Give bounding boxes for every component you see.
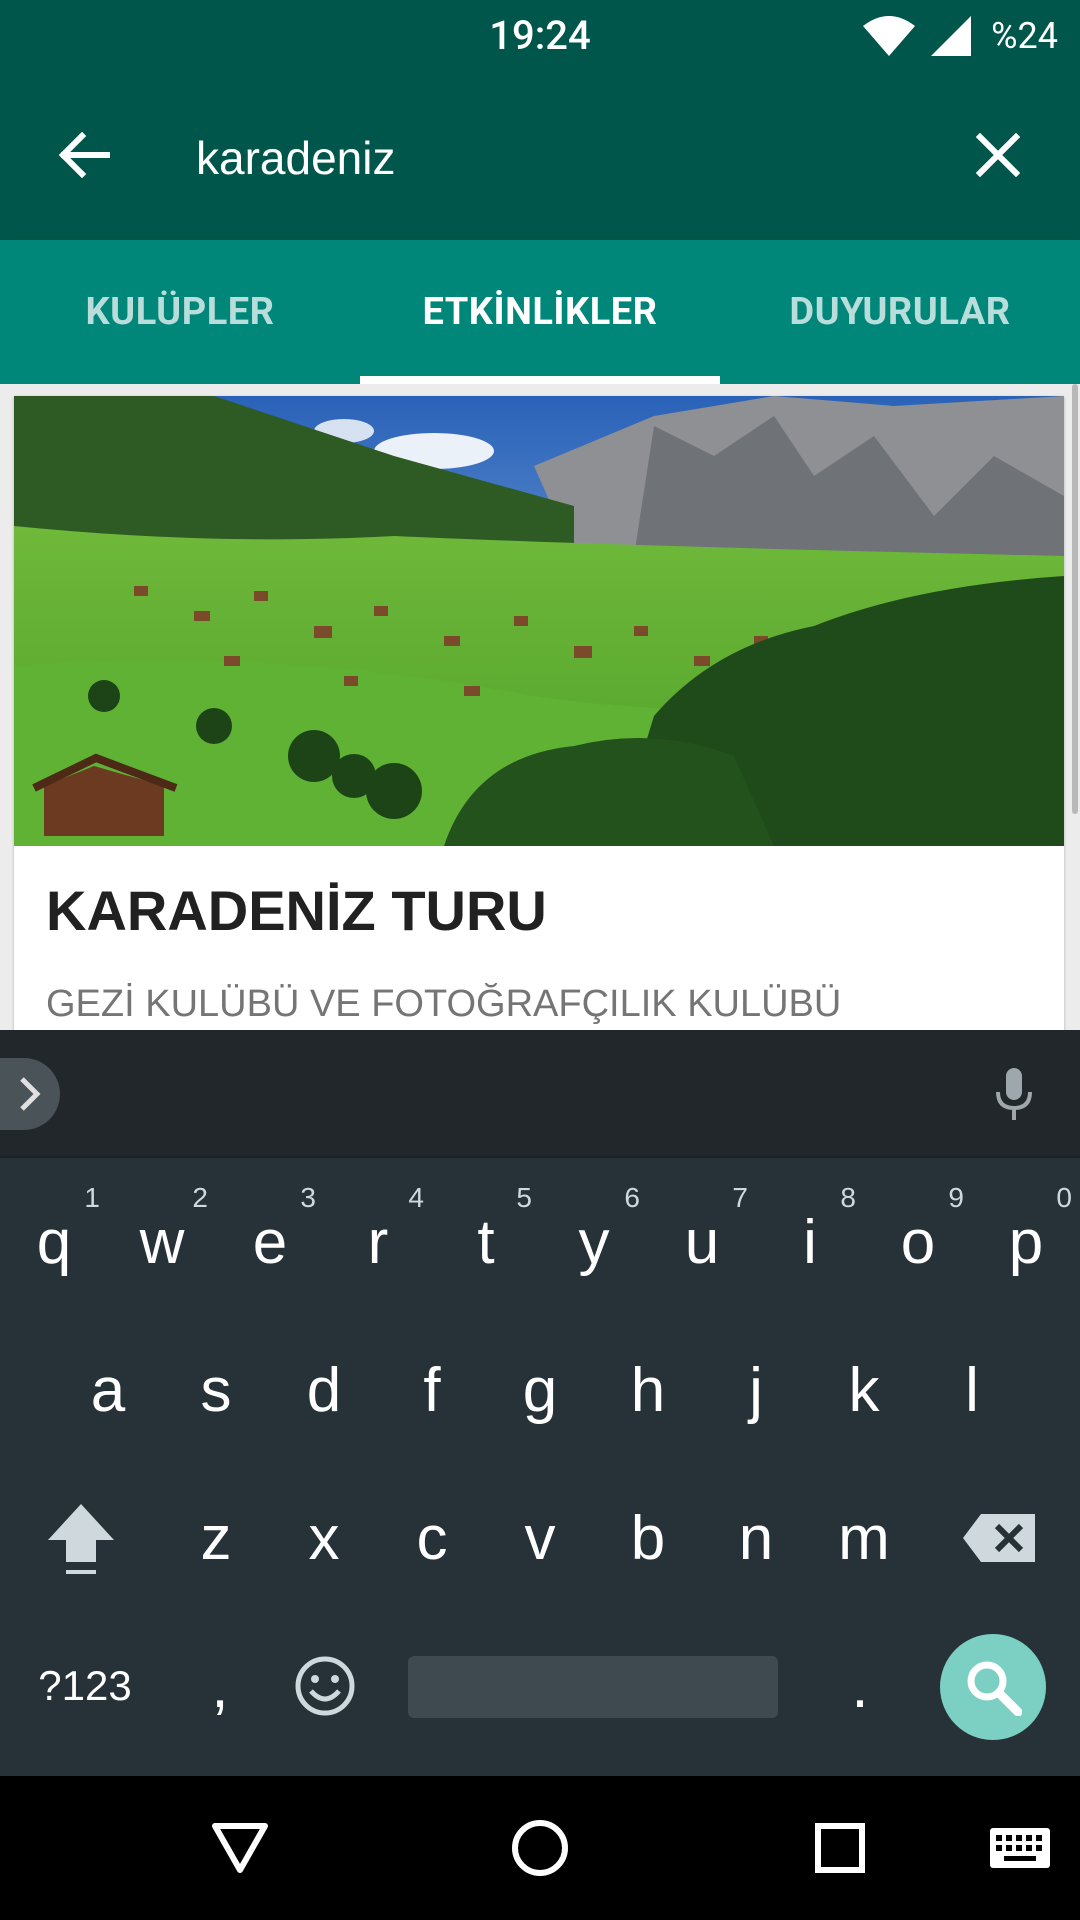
key-b[interactable]: b bbox=[594, 1464, 702, 1612]
event-subtitle: GEZİ KULÜBÜ VE FOTOĞRAFÇILIK KULÜBÜ bbox=[46, 983, 842, 1025]
space-key[interactable] bbox=[408, 1656, 778, 1718]
key-f[interactable]: f bbox=[378, 1316, 486, 1464]
keyboard-row-1: q1 w2 e3 r4 t5 y6 u7 i8 o9 p0 bbox=[0, 1168, 1080, 1316]
event-image bbox=[14, 396, 1064, 846]
emoji-icon bbox=[295, 1656, 355, 1716]
key-g[interactable]: g bbox=[486, 1316, 594, 1464]
key-i[interactable]: i8 bbox=[756, 1168, 864, 1316]
scrollbar[interactable] bbox=[1072, 384, 1078, 814]
key-x[interactable]: x bbox=[270, 1464, 378, 1612]
search-toolbar bbox=[0, 75, 1080, 240]
results-list[interactable]: KARADENİZ TURU GEZİ KULÜBÜ VE FOTOĞRAFÇI… bbox=[0, 384, 1080, 1030]
key-z[interactable]: z bbox=[162, 1464, 270, 1612]
key-l[interactable]: l bbox=[918, 1316, 1026, 1464]
period-key[interactable]: . bbox=[800, 1612, 920, 1760]
tab-kulupler[interactable]: KULÜPLER bbox=[0, 240, 360, 384]
keyboard-row-2: a s d f g h j k l bbox=[0, 1316, 1080, 1464]
key-r[interactable]: r4 bbox=[324, 1168, 432, 1316]
key-c[interactable]: c bbox=[378, 1464, 486, 1612]
back-triangle-icon bbox=[212, 1823, 268, 1873]
keyboard-row-3: z x c v b n m bbox=[0, 1464, 1080, 1612]
nav-home-button[interactable] bbox=[490, 1802, 590, 1894]
nav-recents-button[interactable] bbox=[790, 1802, 890, 1894]
home-circle-icon bbox=[512, 1820, 568, 1876]
voice-input-button[interactable] bbox=[982, 1056, 1046, 1132]
navigation-bar bbox=[0, 1776, 1080, 1920]
status-bar: 19:24 %24 bbox=[0, 0, 1080, 75]
tab-etkinlikler[interactable]: ETKİNLİKLER bbox=[360, 240, 720, 384]
key-h[interactable]: h bbox=[594, 1316, 702, 1464]
key-q[interactable]: q1 bbox=[0, 1168, 108, 1316]
battery-level: %24 bbox=[991, 15, 1058, 57]
tab-bar: KULÜPLER ETKİNLİKLER DUYURULAR bbox=[0, 240, 1080, 384]
symbols-key[interactable]: ?123 bbox=[0, 1612, 170, 1760]
key-p[interactable]: p0 bbox=[972, 1168, 1080, 1316]
key-o[interactable]: o9 bbox=[864, 1168, 972, 1316]
recents-square-icon bbox=[815, 1823, 865, 1873]
keyboard-switch-button[interactable] bbox=[970, 1802, 1070, 1894]
search-icon bbox=[967, 1661, 1022, 1716]
key-w[interactable]: w2 bbox=[108, 1168, 216, 1316]
key-m[interactable]: m bbox=[810, 1464, 918, 1612]
chevron-right-icon bbox=[20, 1077, 41, 1111]
arrow-back-icon bbox=[58, 132, 110, 178]
event-title: KARADENİZ TURU bbox=[46, 879, 547, 942]
key-y[interactable]: y6 bbox=[540, 1168, 648, 1316]
key-s[interactable]: s bbox=[162, 1316, 270, 1464]
key-a[interactable]: a bbox=[54, 1316, 162, 1464]
backspace-icon bbox=[963, 1514, 1035, 1562]
keyboard-icon bbox=[990, 1828, 1050, 1868]
key-e[interactable]: e3 bbox=[216, 1168, 324, 1316]
key-t[interactable]: t5 bbox=[432, 1168, 540, 1316]
wifi-icon bbox=[863, 16, 916, 56]
emoji-key[interactable] bbox=[270, 1612, 380, 1760]
suggestion-strip bbox=[0, 1030, 1080, 1158]
close-icon bbox=[976, 133, 1020, 177]
key-j[interactable]: j bbox=[702, 1316, 810, 1464]
microphone-icon bbox=[996, 1068, 1032, 1120]
expand-toolbar-button[interactable] bbox=[0, 1058, 60, 1130]
shift-icon bbox=[48, 1504, 114, 1574]
tab-duyurular[interactable]: DUYURULAR bbox=[720, 240, 1080, 384]
clear-search-button[interactable] bbox=[958, 115, 1038, 195]
shift-key[interactable] bbox=[0, 1464, 162, 1612]
key-u[interactable]: u7 bbox=[648, 1168, 756, 1316]
cell-signal-icon bbox=[931, 16, 972, 56]
key-v[interactable]: v bbox=[486, 1464, 594, 1612]
comma-key[interactable]: , bbox=[170, 1612, 270, 1760]
key-d[interactable]: d bbox=[270, 1316, 378, 1464]
backspace-key[interactable] bbox=[918, 1464, 1080, 1612]
event-card[interactable]: KARADENİZ TURU GEZİ KULÜBÜ VE FOTOĞRAFÇI… bbox=[14, 396, 1064, 1030]
status-icons: %24 bbox=[861, 14, 1058, 58]
nav-back-button[interactable] bbox=[190, 1802, 290, 1894]
key-k[interactable]: k bbox=[810, 1316, 918, 1464]
key-n[interactable]: n bbox=[702, 1464, 810, 1612]
keyboard-search-button[interactable] bbox=[940, 1634, 1046, 1740]
back-button[interactable] bbox=[44, 115, 124, 195]
search-input[interactable] bbox=[196, 123, 916, 193]
